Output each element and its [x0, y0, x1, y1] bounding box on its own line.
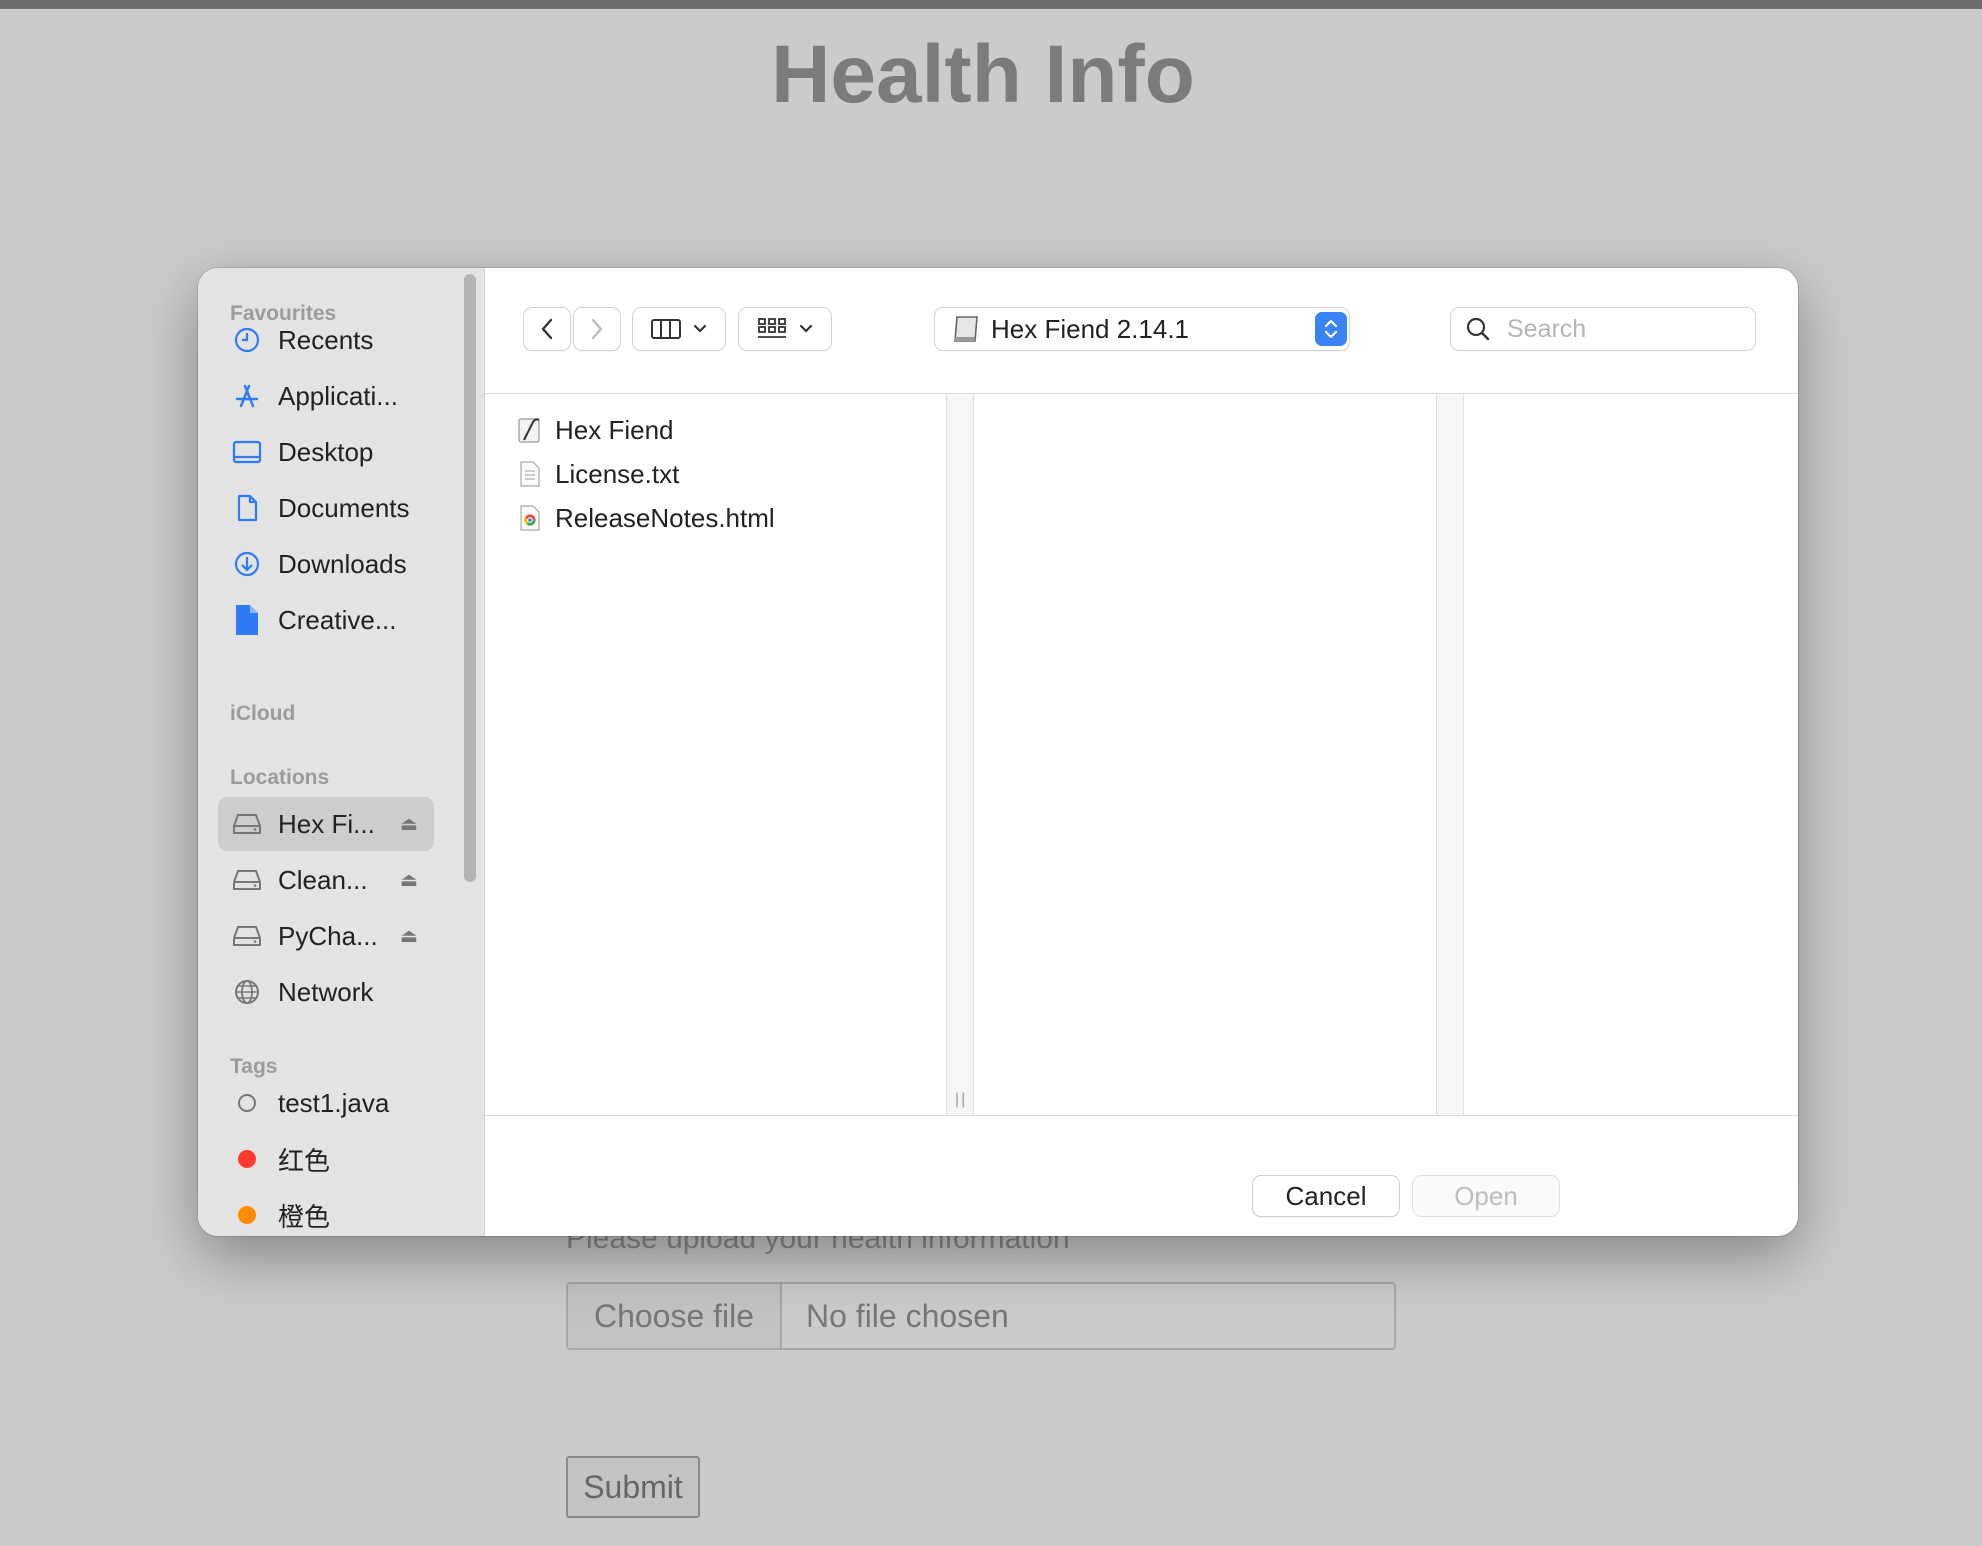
tag-circle-icon: [232, 1088, 262, 1118]
group-button[interactable]: [739, 308, 831, 350]
eject-icon[interactable]: ⏏: [400, 813, 418, 836]
red-tag-icon: [232, 1144, 262, 1174]
view-mode-button[interactable]: [633, 308, 725, 350]
page-title: Health Info: [771, 29, 1195, 120]
drive-icon: [232, 809, 262, 839]
sidebar-item-desktop[interactable]: Desktop: [218, 425, 434, 479]
sidebar-item-clean[interactable]: Clean... ⏏: [218, 853, 434, 907]
applications-icon: [232, 381, 262, 411]
browser-top-bar: [0, 0, 1982, 9]
file-input[interactable]: Choose file No file chosen: [566, 1282, 1396, 1350]
chevron-left-icon: [541, 318, 553, 340]
search-icon: [1466, 317, 1490, 341]
sidebar-item-label: Documents: [278, 492, 410, 523]
app-icon: [517, 415, 543, 445]
sidebar-item-label: Applicati...: [278, 380, 398, 411]
download-icon: [232, 549, 262, 579]
file-name: License.txt: [555, 458, 680, 489]
sidebar-item-label: Clean...: [278, 864, 368, 895]
sidebar-item-hex-fiend[interactable]: Hex Fi... ⏏: [218, 797, 434, 851]
orange-tag-icon: [232, 1200, 262, 1230]
clock-icon: [232, 325, 262, 355]
chevron-down-icon: [693, 324, 707, 333]
sidebar-tag-test1[interactable]: test1.java: [218, 1076, 434, 1130]
back-button[interactable]: [524, 308, 570, 350]
drive-icon: [232, 865, 262, 895]
desktop-icon: [232, 437, 262, 467]
sidebar-item-applications[interactable]: Applicati...: [218, 369, 434, 423]
sidebar-item-downloads[interactable]: Downloads: [218, 537, 434, 591]
sidebar-item-label: PyCha...: [278, 920, 378, 951]
sidebar-item-label: test1.java: [278, 1087, 390, 1118]
sidebar-item-documents[interactable]: Documents: [218, 481, 434, 535]
file-status: No file chosen: [806, 1297, 1009, 1334]
file-icon: [232, 605, 262, 635]
column-3: [1464, 394, 1798, 1115]
column-1: Hex Fiend License.txt ReleaseNotes.html: [485, 394, 946, 1115]
forward-button[interactable]: [574, 308, 620, 350]
path-label: Hex Fiend 2.14.1: [991, 313, 1190, 344]
file-row-license[interactable]: License.txt: [517, 454, 679, 494]
icloud-heading: iCloud: [230, 702, 296, 725]
sidebar-item-pycharm[interactable]: PyCha... ⏏: [218, 909, 434, 963]
sidebar-item-label: Creative...: [278, 604, 397, 635]
file-row-release-notes[interactable]: ReleaseNotes.html: [517, 498, 775, 538]
column-resizer[interactable]: ||: [946, 394, 974, 1115]
file-name: ReleaseNotes.html: [555, 502, 775, 533]
sidebar-item-label: Network: [278, 976, 374, 1007]
sidebar-item-label: Desktop: [278, 436, 374, 467]
submit-button[interactable]: Submit: [566, 1456, 700, 1518]
eject-icon[interactable]: ⏏: [400, 925, 418, 948]
eject-icon[interactable]: ⏏: [400, 869, 418, 892]
sidebar-scrollbar[interactable]: [464, 274, 476, 882]
open-file-dialog: Favourites Recents Applicati... Desktop …: [198, 268, 1798, 1236]
disk-image-icon: [954, 316, 978, 342]
sidebar-item-recents[interactable]: Recents: [218, 313, 434, 367]
file-row-hex-fiend[interactable]: Hex Fiend: [517, 410, 674, 450]
sidebar-tag-red[interactable]: 红色: [218, 1132, 434, 1186]
resize-grip-icon[interactable]: ||: [955, 1091, 967, 1109]
text-file-icon: [517, 459, 543, 489]
sidebar-item-label: Hex Fi...: [278, 808, 375, 839]
chevron-down-icon: [799, 324, 813, 333]
sidebar-item-label: Recents: [278, 324, 374, 355]
chevron-right-icon: [591, 318, 603, 340]
drive-icon: [232, 921, 262, 951]
column-2: [974, 394, 1436, 1115]
browser-pane: Hex Fiend 2.14.1 Hex Fiend: [485, 268, 1798, 1236]
sidebar-item-label: Downloads: [278, 548, 407, 579]
dialog-footer: Cancel Open: [485, 1116, 1798, 1236]
open-button[interactable]: Open: [1413, 1176, 1559, 1216]
locations-heading: Locations: [230, 766, 330, 789]
path-stepper[interactable]: [1315, 312, 1347, 346]
sidebar-item-label: 橙色: [278, 1201, 331, 1232]
column-browser: Hex Fiend License.txt ReleaseNotes.html …: [485, 394, 1798, 1116]
path-popup[interactable]: Hex Fiend 2.14.1: [935, 308, 1349, 350]
document-icon: [232, 493, 262, 523]
sidebar: Favourites Recents Applicati... Desktop …: [198, 268, 485, 1236]
cancel-button[interactable]: Cancel: [1253, 1176, 1399, 1216]
choose-file-button[interactable]: Choose file: [568, 1284, 782, 1348]
search-input[interactable]: [1505, 313, 1749, 345]
sidebar-item-label: 红色: [278, 1145, 331, 1176]
up-down-chevron-icon: [1324, 319, 1338, 339]
grid-icon: [758, 318, 786, 338]
column-resizer[interactable]: [1436, 394, 1464, 1115]
columns-view-icon: [651, 319, 681, 339]
html-file-icon: [517, 503, 543, 533]
sidebar-item-creative[interactable]: Creative...: [218, 593, 434, 647]
sidebar-tag-orange[interactable]: 橙色: [218, 1188, 434, 1236]
globe-icon: [232, 977, 262, 1007]
toolbar: Hex Fiend 2.14.1: [485, 268, 1798, 394]
sidebar-item-network[interactable]: Network: [218, 965, 434, 1019]
file-name: Hex Fiend: [555, 414, 674, 445]
search-field[interactable]: [1451, 308, 1755, 350]
